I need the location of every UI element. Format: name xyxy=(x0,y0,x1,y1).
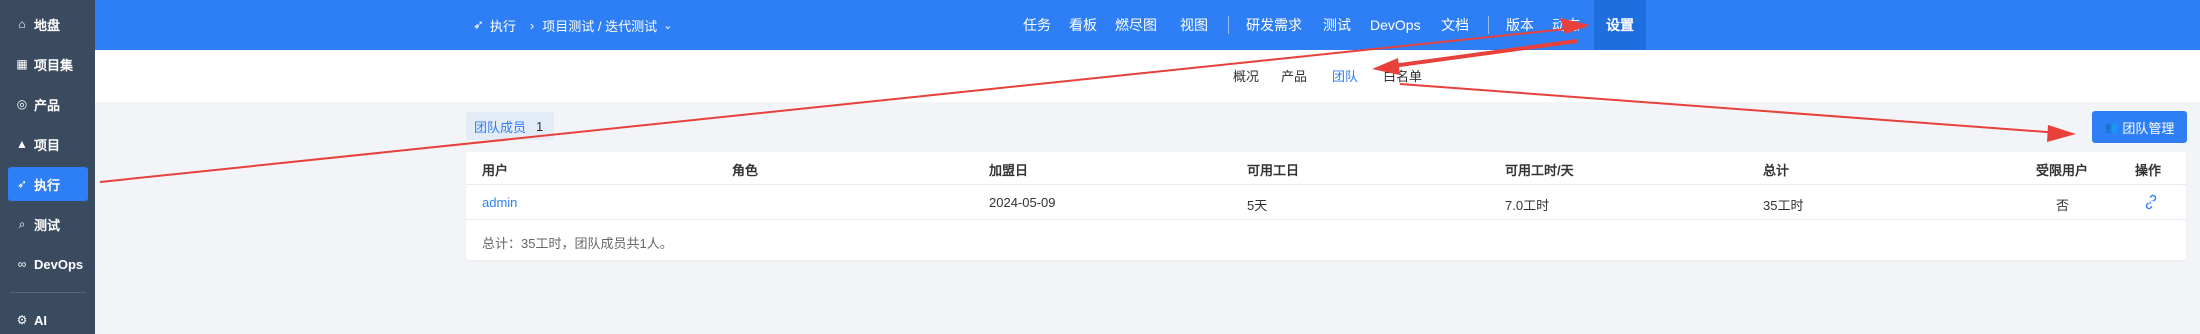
sidebar-item-project[interactable]: ▲ 项目 xyxy=(8,127,88,161)
cell-total: 35工时 xyxy=(1763,198,1804,213)
location-icon: ◎ xyxy=(16,97,28,111)
cell-limited: 否 xyxy=(2056,198,2070,213)
sidebar-item-label: 执行 xyxy=(34,177,61,193)
col-header-limited: 受限用户 xyxy=(2036,163,2089,178)
tab-team-members[interactable]: 团队成员 1 xyxy=(466,112,554,140)
nav-build[interactable]: 版本 xyxy=(1506,0,1534,50)
unlink-icon-svg xyxy=(2145,194,2157,210)
team-table: 用户 角色 加盟日 可用工日 可用工时/天 总计 受限用户 操作 admin 2… xyxy=(466,152,2186,260)
nav-settings[interactable]: 设置 xyxy=(1594,0,1646,50)
breadcrumb: ➶ 执行 › 项目测试 / 迭代测试 ⌄ xyxy=(473,0,678,50)
search-icon: ⌕ xyxy=(18,216,26,231)
cell-join-date: 2024-05-09 xyxy=(989,195,1056,210)
col-header-user: 用户 xyxy=(482,163,509,178)
sidebar-item-program[interactable]: ▦ 项目集 xyxy=(8,47,88,81)
sidebar: ⌂ 地盘 ▦ 项目集 ◎ 产品 ▲ 项目 ➶ 执行 ⌕ 测试 ∞ DevOps … xyxy=(0,0,95,334)
cell-user[interactable]: admin xyxy=(482,195,517,210)
tab-label: 团队成员 xyxy=(474,119,527,135)
project-icon: ▲ xyxy=(16,137,28,151)
arrow-head-manage xyxy=(2047,125,2076,142)
sidebar-item-devops[interactable]: ∞ DevOps xyxy=(8,247,88,281)
row-divider xyxy=(466,219,2186,220)
sidebar-item-label: 地盘 xyxy=(34,17,61,33)
rocket-icon: ➶ xyxy=(16,177,28,191)
rocket-icon: ➶ xyxy=(473,17,484,32)
sidebar-item-test[interactable]: ⌕ 测试 xyxy=(8,207,88,241)
nav-devops[interactable]: DevOps xyxy=(1370,0,1421,50)
sidebar-item-dashboard[interactable]: ⌂ 地盘 xyxy=(8,7,88,41)
breadcrumb-root[interactable]: 执行 xyxy=(490,16,516,35)
infinity-icon: ∞ xyxy=(17,257,27,271)
nav-requirements[interactable]: 研发需求 xyxy=(1246,0,1302,50)
cell-hours-per-day: 7.0工时 xyxy=(1505,198,1550,213)
col-header-join-date: 加盟日 xyxy=(989,163,1029,178)
users-icon: 👥 xyxy=(2104,121,2119,134)
sidebar-item-execution[interactable]: ➶ 执行 xyxy=(8,167,88,201)
header-divider xyxy=(466,184,2186,185)
nav-kanban[interactable]: 看板 xyxy=(1069,0,1097,50)
sidebar-item-ai[interactable]: ⚙ AI xyxy=(8,303,88,334)
team-manage-label: 团队管理 xyxy=(2122,120,2175,136)
subnav-team[interactable]: 团队 xyxy=(1332,66,1358,85)
robot-icon: ⚙ xyxy=(16,313,28,327)
sidebar-item-product[interactable]: ◎ 产品 xyxy=(8,87,88,121)
breadcrumb-separator: › xyxy=(529,17,535,33)
sidebar-divider xyxy=(10,292,86,293)
nav-view[interactable]: 视图 xyxy=(1180,0,1208,50)
subnav-whitelist[interactable]: 白名单 xyxy=(1383,66,1422,85)
sidebar-item-label: 项目 xyxy=(34,137,61,153)
chevron-down-icon[interactable]: ⌄ xyxy=(663,19,672,32)
col-header-role: 角色 xyxy=(732,163,759,178)
home-icon: ⌂ xyxy=(18,17,26,31)
nav-divider xyxy=(1228,16,1229,34)
team-manage-button[interactable]: 👥 团队管理 xyxy=(2092,111,2187,143)
nav-dynamic[interactable]: 动态 xyxy=(1552,0,1580,50)
nav-burndown[interactable]: 燃尽图 xyxy=(1115,0,1157,50)
col-header-days: 可用工日 xyxy=(1247,163,1300,178)
top-bar: ➶ 执行 › 项目测试 / 迭代测试 ⌄ 任务 看板 燃尽图 视图 研发需求 测… xyxy=(95,0,2200,50)
sidebar-item-label: 测试 xyxy=(34,217,61,233)
subnav-overview[interactable]: 概况 xyxy=(1233,66,1259,85)
breadcrumb-current[interactable]: 项目测试 / 迭代测试 xyxy=(542,16,657,35)
tab-count: 1 xyxy=(536,118,544,134)
nav-divider xyxy=(1488,16,1489,34)
grid-icon: ▦ xyxy=(16,57,28,71)
nav-test[interactable]: 测试 xyxy=(1323,0,1351,50)
sidebar-item-label: 项目集 xyxy=(34,57,74,73)
col-header-hours-per-day: 可用工时/天 xyxy=(1505,163,1574,178)
sub-nav: 概况 产品 团队 白名单 xyxy=(95,50,2200,102)
cell-days: 5天 xyxy=(1247,198,1268,213)
subnav-product[interactable]: 产品 xyxy=(1281,66,1307,85)
col-header-actions: 操作 xyxy=(2135,163,2162,178)
sidebar-item-label: AI xyxy=(34,312,47,328)
sidebar-item-label: 产品 xyxy=(34,97,61,113)
table-summary: 总计：35工时，团队成员共1人。 xyxy=(482,236,673,251)
col-header-total: 总计 xyxy=(1763,163,1790,178)
nav-doc[interactable]: 文档 xyxy=(1441,0,1469,50)
nav-task[interactable]: 任务 xyxy=(1023,0,1051,50)
unlink-icon[interactable] xyxy=(2143,194,2159,214)
sidebar-item-label: DevOps xyxy=(34,256,84,272)
